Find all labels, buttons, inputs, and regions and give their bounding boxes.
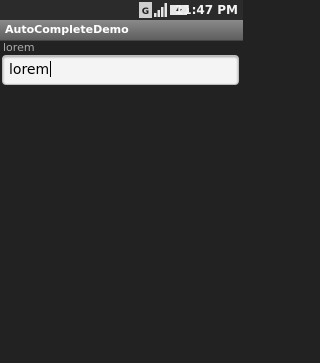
network-3g-icon: G <box>139 2 152 18</box>
svg-text:G: G <box>142 7 149 17</box>
status-clock: 11:47 PM <box>174 3 238 17</box>
signal-strength-icon <box>154 2 168 18</box>
title-bar: AutoCompleteDemo <box>0 20 243 41</box>
selection-label: lorem <box>3 41 35 54</box>
app-title: AutoCompleteDemo <box>5 23 129 36</box>
autocomplete-input[interactable]: lorem <box>2 55 239 85</box>
input-value: lorem <box>9 62 50 78</box>
status-bar: G 11:47 PM <box>0 0 243 20</box>
autocomplete-input-text[interactable]: lorem <box>9 61 52 79</box>
text-cursor <box>50 61 52 77</box>
